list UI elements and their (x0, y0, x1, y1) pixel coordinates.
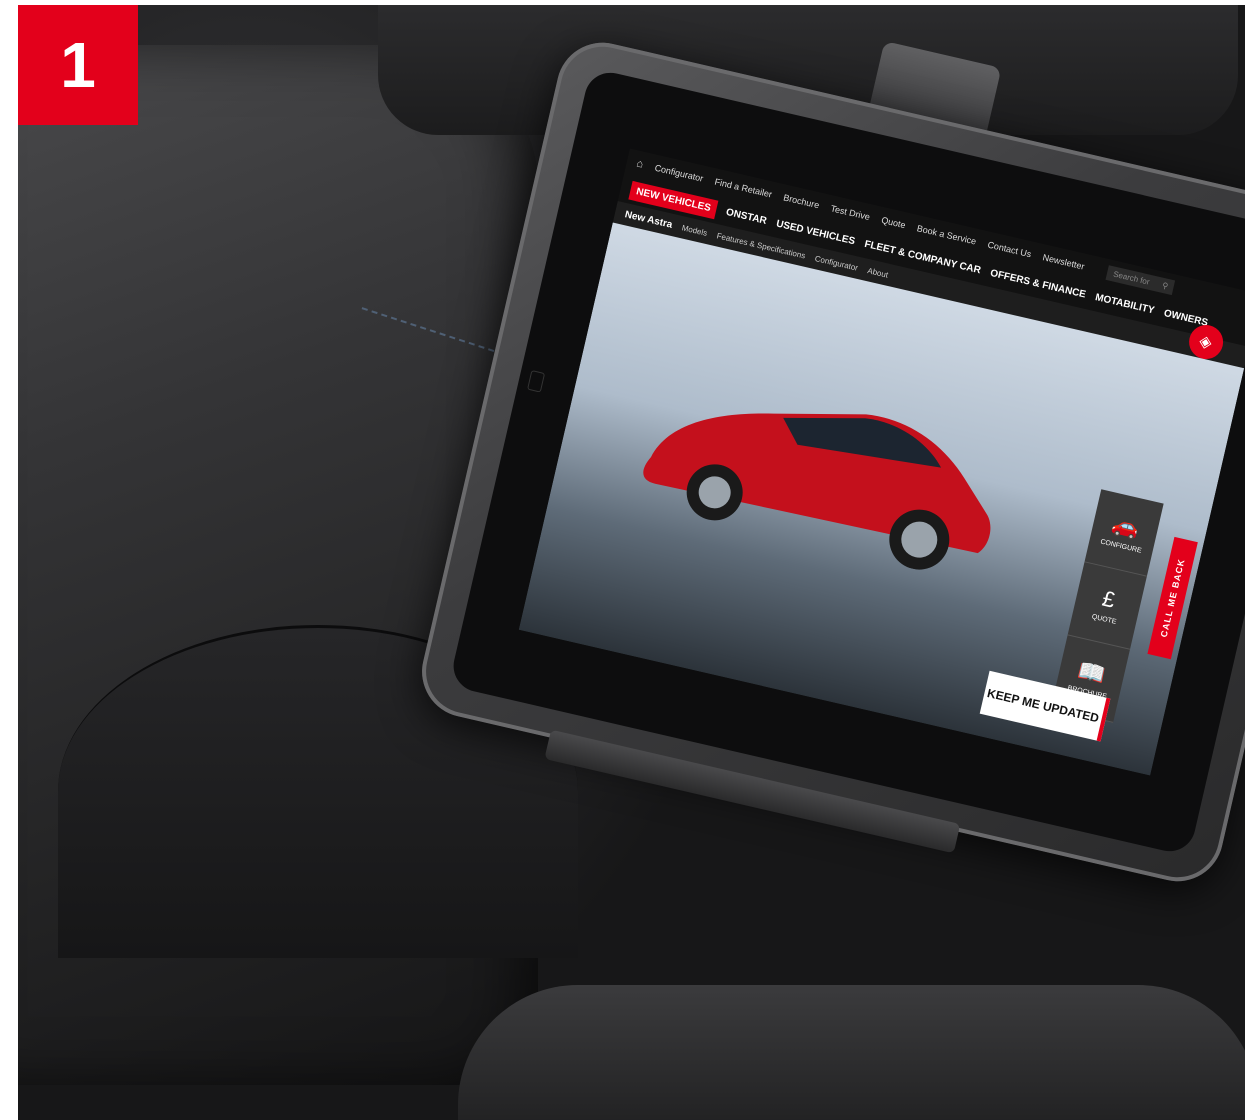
utility-nav-item[interactable]: Test Drive (830, 203, 871, 222)
search-icon[interactable]: ⚲ (1161, 280, 1169, 290)
book-icon: 📖 (1075, 656, 1109, 688)
sub-nav-item[interactable]: Configurator (814, 254, 859, 273)
tablet-home-button[interactable] (527, 369, 546, 393)
utility-nav-item[interactable]: Configurator (654, 163, 705, 184)
sub-nav-item[interactable]: Models (681, 223, 708, 238)
configure-button[interactable]: 🚗 CONFIGURE (1084, 489, 1164, 577)
quote-button[interactable]: £ QUOTE (1067, 562, 1147, 650)
utility-nav-item[interactable]: Contact Us (987, 240, 1033, 260)
utility-nav-item[interactable]: Brochure (782, 192, 820, 210)
background-photo: ⌂ Configurator Find a Retailer Brochure … (18, 5, 1245, 1120)
call-me-back-button[interactable]: CALL ME BACK (1147, 536, 1198, 660)
seat-cushion (458, 985, 1245, 1120)
nav-item-about[interactable]: About (867, 266, 889, 279)
pound-icon: £ (1100, 585, 1118, 613)
quote-label: QUOTE (1091, 612, 1118, 626)
home-icon[interactable]: ⌂ (635, 158, 644, 171)
step-number-badge: 1 (18, 5, 138, 125)
red-car-image (643, 413, 991, 570)
utility-nav-item[interactable]: Quote (880, 215, 906, 230)
search-placeholder: Search for (1112, 269, 1151, 287)
nav-item[interactable]: Onstar (725, 206, 768, 226)
car-icon: 🚗 (1109, 510, 1142, 541)
tablet-screen: ⌂ Configurator Find a Retailer Brochure … (518, 148, 1245, 776)
utility-nav-item[interactable]: Newsletter (1042, 252, 1086, 271)
